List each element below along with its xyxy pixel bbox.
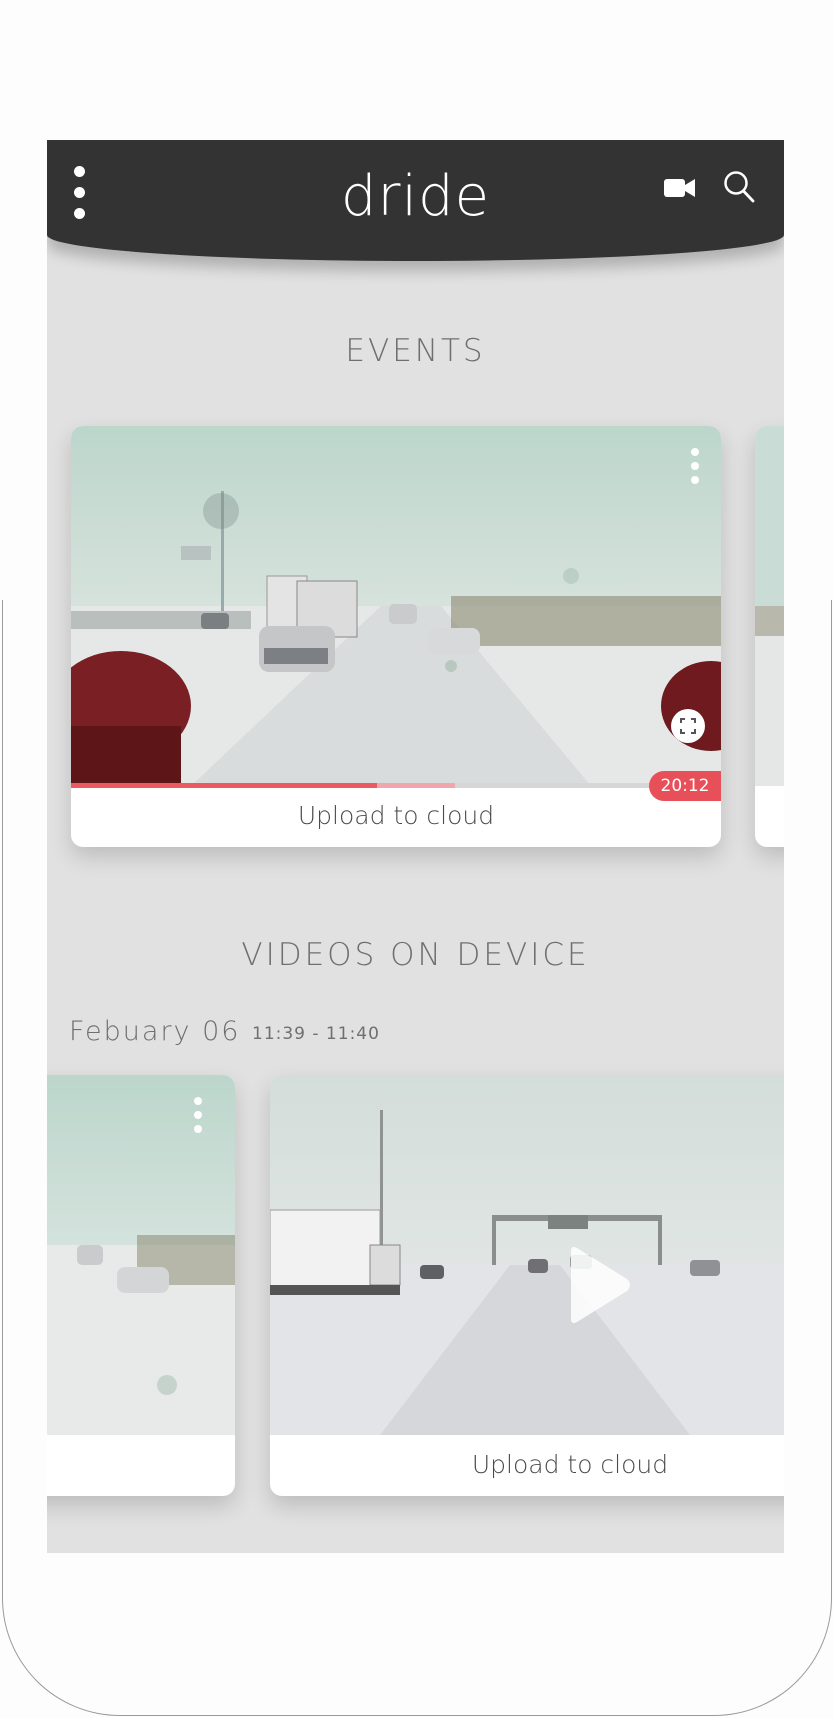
search-icon[interactable] xyxy=(723,170,755,204)
device-video-card-2[interactable]: Upload to cloud xyxy=(270,1075,784,1496)
group-date: Febuary 06 xyxy=(69,1016,241,1047)
upload-to-cloud-button-2[interactable]: Upload to cloud xyxy=(270,1450,784,1479)
event-thumbnail[interactable] xyxy=(71,426,721,786)
fullscreen-icon[interactable] xyxy=(671,709,705,743)
events-title: EVENTS xyxy=(345,333,486,369)
device-video-thumbnail[interactable] xyxy=(47,1075,235,1435)
video-camera-icon[interactable] xyxy=(664,177,696,199)
duration-badge: 20:12 xyxy=(649,771,721,801)
event-card[interactable]: 20:12 Upload to cloud xyxy=(71,426,721,847)
event-card-next[interactable] xyxy=(755,426,784,847)
event-options-button[interactable] xyxy=(687,448,703,488)
app-screen: dride EVENTS 20:12 Upload to cloud VIDEO… xyxy=(47,140,784,1553)
event-progress-fill xyxy=(71,783,377,788)
videos-on-device-title: VIDEOS ON DEVICE xyxy=(241,937,590,973)
device-video-thumbnail-2[interactable] xyxy=(270,1075,784,1435)
play-icon[interactable] xyxy=(563,1245,633,1325)
device-video-card[interactable] xyxy=(47,1075,235,1496)
upload-to-cloud-button[interactable]: Upload to cloud xyxy=(71,801,721,830)
event-thumbnail-next[interactable] xyxy=(755,426,784,786)
app-header: dride xyxy=(47,140,784,261)
group-time-range: 11:39 - 11:40 xyxy=(252,1024,380,1044)
device-video-options-button[interactable] xyxy=(190,1097,206,1137)
